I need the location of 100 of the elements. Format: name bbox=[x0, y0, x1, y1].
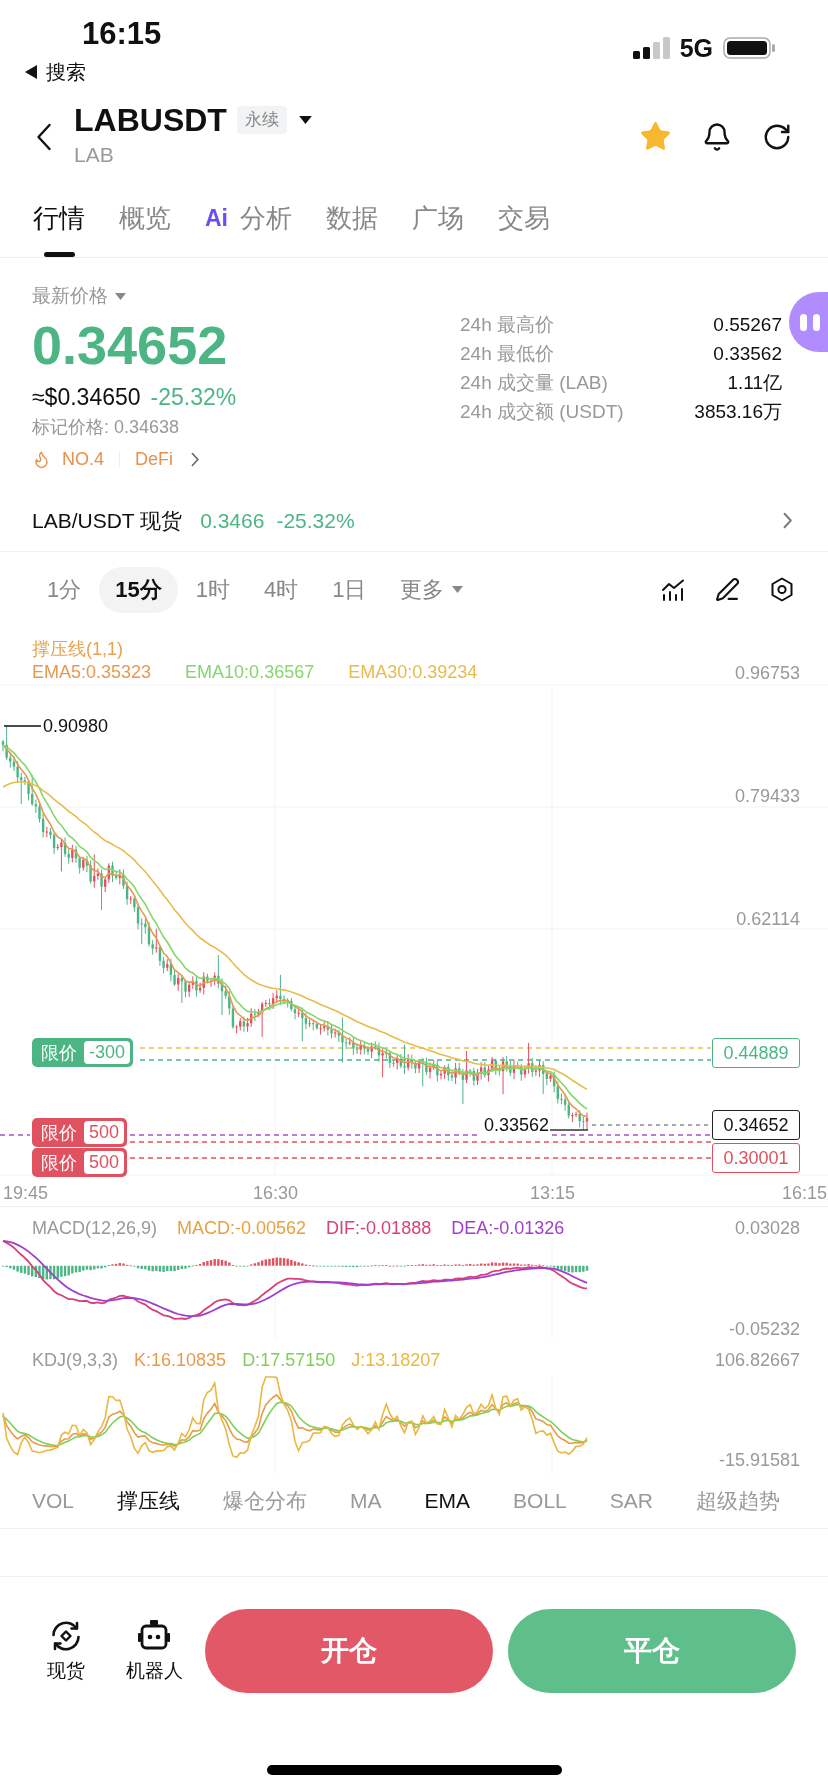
sector-link[interactable]: DeFi bbox=[135, 447, 174, 471]
chevron-right-icon[interactable] bbox=[191, 451, 200, 467]
close-position-button[interactable]: 平仓 bbox=[508, 1609, 796, 1693]
market-tab[interactable]: 广场 bbox=[412, 185, 464, 257]
stat-label: 24h 成交量 (LAB) bbox=[460, 370, 608, 395]
network-label: 5G bbox=[679, 36, 713, 60]
chevron-right-icon[interactable] bbox=[782, 512, 792, 529]
open-position-button[interactable]: 开仓 bbox=[205, 1609, 493, 1693]
kdj-legend-value: D:17.57150 bbox=[242, 1349, 336, 1371]
spot-price: 0.3466 bbox=[200, 507, 265, 534]
interval-tab[interactable]: 1时 bbox=[179, 566, 246, 613]
order-quantity: 500 bbox=[84, 1151, 125, 1174]
back-triangle-icon bbox=[25, 65, 37, 79]
flame-icon bbox=[32, 449, 51, 469]
kdj-legend-value: K:16.10835 bbox=[134, 1349, 227, 1371]
battery-icon bbox=[723, 37, 776, 59]
base-asset-label: LAB bbox=[74, 141, 114, 168]
interval-tab[interactable]: 1分 bbox=[31, 566, 98, 613]
usd-price: ≈$0.34650 bbox=[32, 383, 141, 412]
chart-indicator-icon[interactable] bbox=[661, 578, 685, 601]
last-price: 0.34652 bbox=[32, 315, 228, 375]
favorite-star-icon[interactable] bbox=[639, 120, 672, 153]
stat-value: 0.55267 bbox=[713, 312, 782, 337]
caret-down-icon bbox=[452, 586, 464, 593]
interval-tab[interactable]: 1日 bbox=[316, 566, 383, 613]
exchange-cycle-icon bbox=[49, 1619, 83, 1653]
price-tag: 0.44889 bbox=[712, 1038, 800, 1068]
order-quantity: 500 bbox=[84, 1121, 125, 1144]
status-time: 16:15 bbox=[82, 15, 162, 53]
price-axis-label: 0.79433 bbox=[734, 785, 800, 807]
indicator-tab[interactable]: MA bbox=[350, 1487, 382, 1515]
order-tag[interactable]: 限价 -300 bbox=[32, 1038, 134, 1067]
market-tab[interactable]: 概览 bbox=[119, 185, 171, 257]
back-icon[interactable] bbox=[36, 122, 52, 151]
order-type-label: 限价 bbox=[41, 1151, 77, 1174]
caret-down-icon bbox=[115, 292, 126, 300]
market-tab[interactable]: 行情 bbox=[33, 185, 85, 257]
interval-menu[interactable]: 更多 bbox=[384, 566, 480, 613]
time-axis-label: 13:15 bbox=[530, 1182, 576, 1204]
spot-pair-link[interactable]: LAB/USDT 现货 bbox=[32, 506, 183, 535]
indicator-tab[interactable]: EMA bbox=[424, 1487, 471, 1515]
time-axis-label: 16:30 bbox=[253, 1182, 299, 1204]
market-tab[interactable]: 数据 bbox=[326, 185, 378, 257]
interval-tab[interactable]: 4时 bbox=[248, 566, 315, 613]
stat-value: 3853.16万 bbox=[694, 399, 782, 424]
signal-icon bbox=[632, 37, 670, 59]
ema-legend-value: EMA30:0.39234 bbox=[348, 661, 478, 683]
price-label[interactable]: 最新价格 bbox=[32, 283, 108, 309]
bot-shortcut-button[interactable]: 机器人 bbox=[122, 1609, 186, 1693]
indicator-tab[interactable]: 超级趋势 bbox=[695, 1487, 780, 1515]
indicator-tab[interactable]: VOL bbox=[32, 1487, 75, 1515]
order-quantity: -300 bbox=[84, 1041, 131, 1064]
price-axis-label: 0.96753 bbox=[734, 662, 800, 684]
pencil-icon[interactable] bbox=[715, 577, 740, 602]
high-price-label: 0.90980 bbox=[43, 715, 109, 737]
order-tag[interactable]: 限价 500 bbox=[32, 1148, 128, 1177]
low-price-label: 0.33562 bbox=[484, 1114, 550, 1136]
indicator-axis-label: 106.82667 bbox=[714, 1349, 800, 1371]
chart-legend-title: 撑压线(1,1) bbox=[32, 638, 123, 660]
stat-label: 24h 成交额 (USDT) bbox=[460, 399, 624, 424]
price-change: -25.32% bbox=[150, 383, 237, 412]
indicator-tab[interactable]: SAR bbox=[609, 1487, 653, 1515]
stat-label: 24h 最高价 bbox=[460, 312, 554, 337]
indicator-tab[interactable]: 爆仓分布 bbox=[223, 1487, 308, 1515]
contract-badge: 永续 bbox=[236, 105, 287, 134]
indicator-axis-label: 0.03028 bbox=[734, 1217, 800, 1239]
caret-down-icon bbox=[298, 115, 312, 124]
interval-tab[interactable]: 15分 bbox=[99, 566, 178, 613]
settings-icon[interactable] bbox=[770, 577, 794, 602]
low-price-leader-line bbox=[549, 1129, 589, 1131]
price-tag: 0.30001 bbox=[712, 1143, 800, 1173]
price-tag: 0.34652 bbox=[712, 1110, 800, 1140]
macd-legend-value: DEA:-0.01326 bbox=[451, 1217, 565, 1239]
indicator-axis-label: -0.05232 bbox=[728, 1318, 800, 1340]
kdj-legend-value: J:13.18207 bbox=[351, 1349, 441, 1371]
bell-icon[interactable] bbox=[702, 121, 732, 152]
order-type-label: 限价 bbox=[41, 1041, 77, 1064]
back-to-app-button[interactable]: 搜索 bbox=[25, 60, 86, 84]
assistant-bubble-icon[interactable] bbox=[789, 292, 828, 352]
market-tab[interactable]: Ai 分析 bbox=[205, 185, 292, 257]
spot-shortcut-button[interactable]: 现货 bbox=[34, 1609, 98, 1693]
stat-value: 0.33562 bbox=[713, 341, 782, 366]
time-axis-label: 16:15 bbox=[782, 1182, 828, 1204]
time-axis-label: 19:45 bbox=[3, 1182, 49, 1204]
order-type-label: 限价 bbox=[41, 1121, 77, 1144]
macd-legend-value: MACD:-0.00562 bbox=[177, 1217, 307, 1239]
stat-value: 1.11亿 bbox=[727, 370, 782, 395]
indicator-tab[interactable]: BOLL bbox=[513, 1487, 567, 1515]
order-tag[interactable]: 限价 500 bbox=[32, 1118, 128, 1147]
price-axis-label: 0.62114 bbox=[736, 908, 800, 930]
kdj-legend-title: KDJ(9,3,3) bbox=[32, 1349, 119, 1371]
high-price-leader-line bbox=[3, 725, 42, 727]
mark-price: 标记价格: 0.34638 bbox=[32, 416, 180, 439]
rank-label[interactable]: NO.4 bbox=[62, 447, 104, 471]
indicator-tab[interactable]: 撑压线 bbox=[117, 1487, 181, 1515]
macd-legend-value: DIF:-0.01888 bbox=[326, 1217, 432, 1239]
macd-legend-title: MACD(12,26,9) bbox=[32, 1217, 158, 1239]
pair-title: LABUSDT bbox=[74, 100, 227, 140]
market-tab[interactable]: 交易 bbox=[498, 185, 550, 257]
ema-legend-value: EMA5:0.35323 bbox=[32, 661, 152, 683]
